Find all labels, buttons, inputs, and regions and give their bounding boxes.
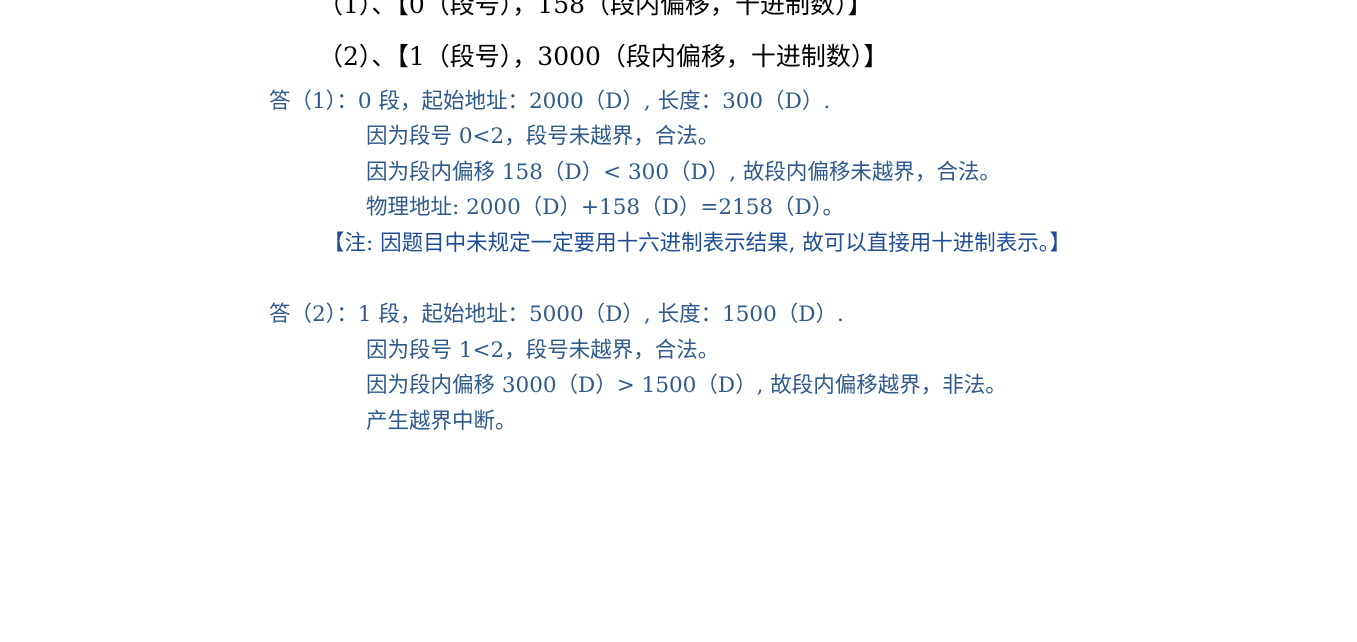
question-item-1: （1）、【0（段号），158（段内偏移，十进制数）】 bbox=[318, 0, 873, 19]
answer-1-note: 【注: 因题目中未规定一定要用十六进制表示结果, 故可以直接用十进制表示。】 bbox=[323, 231, 1071, 256]
question-item-2: （2）、【1（段号），3000（段内偏移，十进制数）】 bbox=[318, 42, 889, 71]
answer-2-line-3: 因为段内偏移 3000（D）> 1500（D）, 故段内偏移越界，非法。 bbox=[366, 373, 1007, 398]
document-page: （1）、【0（段号），158（段内偏移，十进制数）】 （2）、【1（段号），30… bbox=[0, 0, 1357, 642]
answer-2-line-1: 答（2）：1 段，起始地址：5000（D）, 长度：1500（D）. bbox=[269, 302, 844, 327]
answer-2-line-4: 产生越界中断。 bbox=[366, 409, 517, 434]
answer-1-line-1: 答（1）：0 段，起始地址：2000（D）, 长度：300（D）. bbox=[269, 89, 831, 114]
answer-1-line-2: 因为段号 0<2，段号未越界，合法。 bbox=[366, 124, 720, 149]
answer-1-line-4: 物理地址: 2000（D）+158（D）=2158（D）。 bbox=[366, 195, 845, 220]
answer-2-line-2: 因为段号 1<2，段号未越界，合法。 bbox=[366, 338, 720, 363]
answer-1-line-3: 因为段内偏移 158（D）< 300（D）, 故段内偏移未越界，合法。 bbox=[366, 160, 1001, 185]
